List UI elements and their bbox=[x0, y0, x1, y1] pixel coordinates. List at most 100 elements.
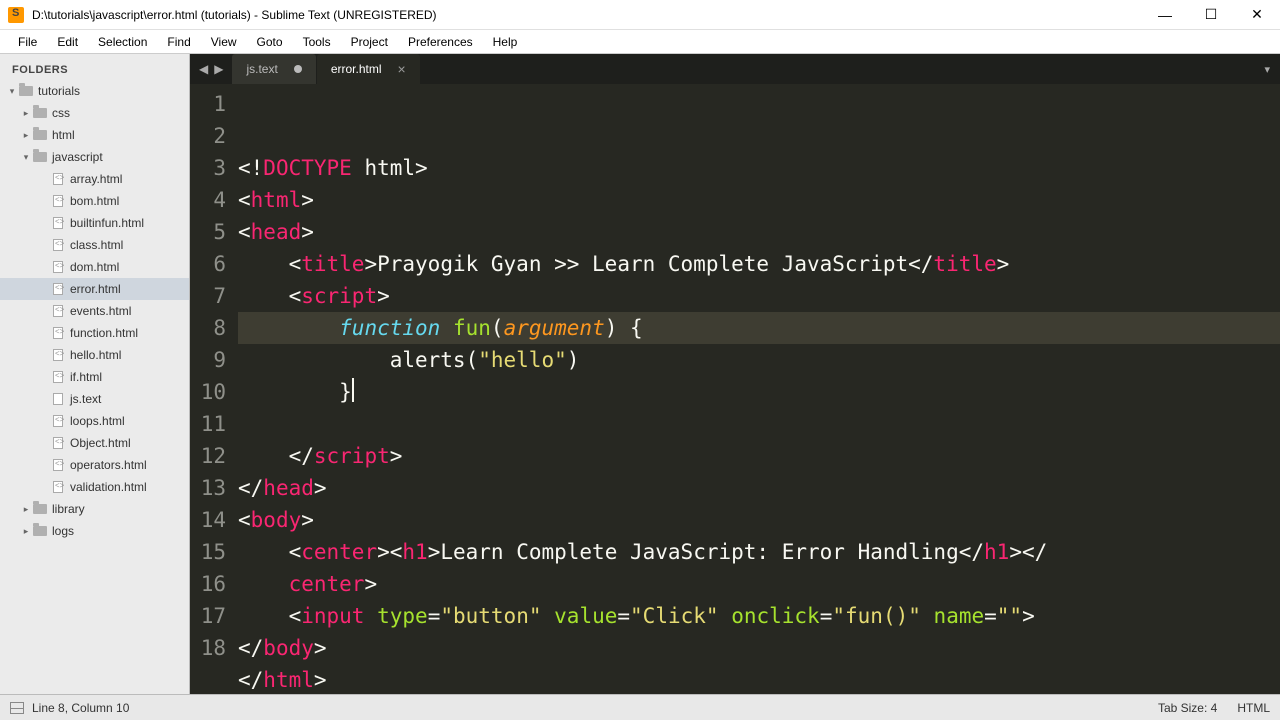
folder-tutorials[interactable]: ▾ tutorials bbox=[0, 80, 189, 102]
code-file-icon bbox=[50, 414, 66, 428]
file-dom-html[interactable]: dom.html bbox=[0, 256, 189, 278]
status-syntax[interactable]: HTML bbox=[1237, 701, 1270, 715]
close-icon[interactable]: × bbox=[398, 62, 406, 76]
sidebar-header: FOLDERS bbox=[0, 60, 189, 80]
file-builtinfun-html[interactable]: builtinfun.html bbox=[0, 212, 189, 234]
file-label: events.html bbox=[70, 304, 131, 318]
file-label: builtinfun.html bbox=[70, 216, 144, 230]
chevron-down-icon: ▾ bbox=[6, 86, 18, 97]
file-label: dom.html bbox=[70, 260, 119, 274]
file-function-html[interactable]: function.html bbox=[0, 322, 189, 344]
tab-label: js.text bbox=[246, 62, 277, 76]
code-file-icon bbox=[50, 436, 66, 450]
code-file-icon bbox=[50, 282, 66, 296]
sidebar: FOLDERS ▾ tutorials ▸ css ▸ html ▾ javas… bbox=[0, 54, 190, 694]
file-class-html[interactable]: class.html bbox=[0, 234, 189, 256]
file-bom-html[interactable]: bom.html bbox=[0, 190, 189, 212]
folder-label: css bbox=[52, 106, 70, 120]
code-file-icon bbox=[50, 260, 66, 274]
folder-icon bbox=[18, 84, 34, 98]
code-file-icon bbox=[50, 216, 66, 230]
code-file-icon bbox=[50, 194, 66, 208]
file-label: operators.html bbox=[70, 458, 147, 472]
menu-goto[interactable]: Goto bbox=[247, 32, 293, 52]
file-label: hello.html bbox=[70, 348, 121, 362]
file-operators-html[interactable]: operators.html bbox=[0, 454, 189, 476]
folder-icon bbox=[32, 524, 48, 538]
code-file-icon bbox=[50, 458, 66, 472]
status-bar: Line 8, Column 10 Tab Size: 4 HTML bbox=[0, 694, 1280, 720]
window-title: D:\tutorials\javascript\error.html (tuto… bbox=[32, 8, 1142, 22]
file-label: validation.html bbox=[70, 480, 147, 494]
status-position[interactable]: Line 8, Column 10 bbox=[32, 701, 129, 715]
tab-overflow-icon[interactable]: ▾ bbox=[1254, 63, 1280, 76]
close-button[interactable]: ✕ bbox=[1234, 0, 1280, 30]
tab-error-html[interactable]: error.html × bbox=[317, 54, 420, 84]
code-file-icon bbox=[50, 370, 66, 384]
file-icon bbox=[50, 392, 66, 406]
folder-logs[interactable]: ▸ logs bbox=[0, 520, 189, 542]
chevron-down-icon: ▾ bbox=[20, 152, 32, 163]
window-titlebar: D:\tutorials\javascript\error.html (tuto… bbox=[0, 0, 1280, 30]
file-label: Object.html bbox=[70, 436, 131, 450]
file-loops-html[interactable]: loops.html bbox=[0, 410, 189, 432]
menu-find[interactable]: Find bbox=[157, 32, 200, 52]
app-icon bbox=[8, 7, 24, 23]
chevron-right-icon: ▸ bbox=[20, 504, 32, 515]
maximize-button[interactable]: ☐ bbox=[1188, 0, 1234, 30]
folder-css[interactable]: ▸ css bbox=[0, 102, 189, 124]
line-gutter: 123456789 101112131415161718 bbox=[190, 84, 238, 694]
file-label: class.html bbox=[70, 238, 123, 252]
code-content[interactable]: <!DOCTYPE html> <html> <head> <title>Pra… bbox=[238, 84, 1280, 694]
folder-javascript[interactable]: ▾ javascript bbox=[0, 146, 189, 168]
folder-icon bbox=[32, 502, 48, 516]
folder-tree: ▾ tutorials ▸ css ▸ html ▾ javascript ar… bbox=[0, 80, 189, 542]
file-hello-html[interactable]: hello.html bbox=[0, 344, 189, 366]
file-if-html[interactable]: if.html bbox=[0, 366, 189, 388]
menu-project[interactable]: Project bbox=[341, 32, 398, 52]
status-tabsize[interactable]: Tab Size: 4 bbox=[1158, 701, 1217, 715]
window-controls: — ☐ ✕ bbox=[1142, 0, 1280, 30]
chevron-right-icon: ▸ bbox=[20, 526, 32, 537]
file-label: array.html bbox=[70, 172, 122, 186]
file-label: bom.html bbox=[70, 194, 119, 208]
tab-nav-back-icon[interactable]: ◀ bbox=[196, 62, 211, 76]
tab-js-text[interactable]: js.text bbox=[232, 54, 315, 84]
menu-tools[interactable]: Tools bbox=[293, 32, 341, 52]
panel-toggle-icon[interactable] bbox=[10, 702, 24, 714]
tab-bar: ◀ ▶ js.text error.html × ▾ bbox=[190, 54, 1280, 84]
menu-edit[interactable]: Edit bbox=[47, 32, 88, 52]
file-label: function.html bbox=[70, 326, 138, 340]
tab-nav-forward-icon[interactable]: ▶ bbox=[211, 62, 226, 76]
chevron-right-icon: ▸ bbox=[20, 130, 32, 141]
menu-preferences[interactable]: Preferences bbox=[398, 32, 483, 52]
menu-file[interactable]: File bbox=[8, 32, 47, 52]
code-editor[interactable]: 123456789 101112131415161718 <!DOCTYPE h… bbox=[190, 84, 1280, 694]
file-js-text[interactable]: js.text bbox=[0, 388, 189, 410]
file-Object-html[interactable]: Object.html bbox=[0, 432, 189, 454]
code-file-icon bbox=[50, 480, 66, 494]
folder-library[interactable]: ▸ library bbox=[0, 498, 189, 520]
menu-view[interactable]: View bbox=[201, 32, 247, 52]
folder-icon bbox=[32, 128, 48, 142]
dirty-indicator-icon bbox=[294, 65, 302, 73]
file-error-html[interactable]: error.html bbox=[0, 278, 189, 300]
folder-label: logs bbox=[52, 524, 74, 538]
folder-html[interactable]: ▸ html bbox=[0, 124, 189, 146]
chevron-right-icon: ▸ bbox=[20, 108, 32, 119]
minimize-button[interactable]: — bbox=[1142, 0, 1188, 30]
code-file-icon bbox=[50, 326, 66, 340]
file-validation-html[interactable]: validation.html bbox=[0, 476, 189, 498]
file-label: if.html bbox=[70, 370, 102, 384]
tab-label: error.html bbox=[331, 62, 382, 76]
code-file-icon bbox=[50, 238, 66, 252]
file-label: loops.html bbox=[70, 414, 125, 428]
folder-icon bbox=[32, 150, 48, 164]
file-label: js.text bbox=[70, 392, 101, 406]
menu-selection[interactable]: Selection bbox=[88, 32, 157, 52]
file-events-html[interactable]: events.html bbox=[0, 300, 189, 322]
folder-label: tutorials bbox=[38, 84, 80, 98]
file-array-html[interactable]: array.html bbox=[0, 168, 189, 190]
folder-label: html bbox=[52, 128, 75, 142]
menu-help[interactable]: Help bbox=[483, 32, 528, 52]
